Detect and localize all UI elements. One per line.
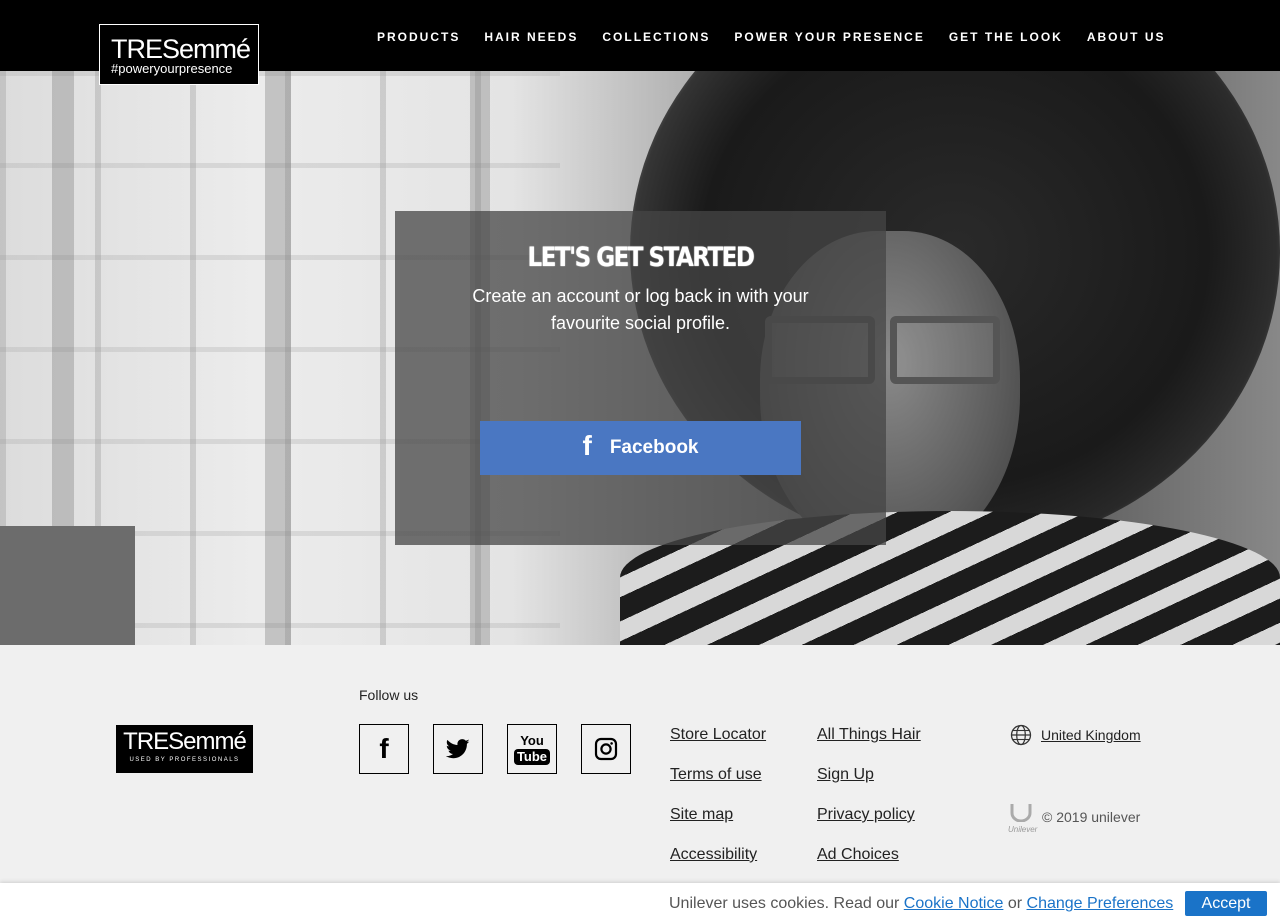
nav-products[interactable]: PRODUCTS xyxy=(377,30,460,44)
footer-link-ad-choices[interactable]: Ad Choices xyxy=(817,846,899,864)
facebook-social-button[interactable]: f xyxy=(359,724,409,774)
facebook-icon: f xyxy=(379,733,389,764)
footer-tresemme-logo[interactable]: TRESemmé USED BY PROFESSIONALS xyxy=(116,725,253,773)
twitter-social-button[interactable] xyxy=(433,724,483,774)
footer-link-store-locator[interactable]: Store Locator xyxy=(670,726,766,744)
footer-link-all-things-hair[interactable]: All Things Hair xyxy=(817,726,921,744)
copyright: Unilever © 2019 unilever xyxy=(1008,802,1141,834)
footer-link-sign-up[interactable]: Sign Up xyxy=(817,766,874,784)
nav-power-your-presence[interactable]: POWER YOUR PRESENCE xyxy=(734,30,924,44)
unilever-u-mark xyxy=(1010,804,1032,823)
footer-link-site-map[interactable]: Site map xyxy=(670,806,733,824)
login-card: LET'S GET STARTED Create an account or l… xyxy=(395,211,886,545)
hero-chair xyxy=(0,526,135,645)
country-label: United Kingdom xyxy=(1041,727,1141,743)
hero-window-post xyxy=(265,71,291,645)
nav-collections[interactable]: COLLECTIONS xyxy=(602,30,710,44)
follow-us-label: Follow us xyxy=(359,687,419,703)
globe-icon xyxy=(1010,724,1032,746)
youtube-icon: You Tube xyxy=(513,732,551,765)
facebook-login-button[interactable]: f Facebook xyxy=(480,421,801,475)
facebook-icon: f xyxy=(582,430,592,461)
nav-about-us[interactable]: ABOUT US xyxy=(1087,30,1166,44)
twitter-icon xyxy=(446,739,470,759)
tresemme-logo[interactable]: TRESemmé #poweryourpresence xyxy=(99,24,259,85)
logo-wordmark: TRESemmé xyxy=(111,34,251,64)
cookie-text-before: Unilever uses cookies. Read our xyxy=(669,895,904,912)
cookie-notice-link[interactable]: Cookie Notice xyxy=(904,895,1004,912)
nav-get-the-look[interactable]: GET THE LOOK xyxy=(949,30,1063,44)
cookie-message: Unilever uses cookies. Read our Cookie N… xyxy=(669,895,1173,913)
instagram-icon xyxy=(594,737,618,761)
login-title: LET'S GET STARTED xyxy=(527,243,755,273)
cookie-banner: Unilever uses cookies. Read our Cookie N… xyxy=(0,883,1280,924)
youtube-icon-bottom: Tube xyxy=(513,748,551,765)
change-preferences-link[interactable]: Change Preferences xyxy=(1027,895,1174,912)
unilever-logo-icon: Unilever xyxy=(1008,802,1038,834)
footer-link-terms-of-use[interactable]: Terms of use xyxy=(670,766,762,784)
footer-link-accessibility[interactable]: Accessibility xyxy=(670,846,757,864)
accept-cookies-button[interactable]: Accept xyxy=(1185,891,1267,916)
youtube-social-button[interactable]: You Tube xyxy=(507,724,557,774)
nav-hair-needs[interactable]: HAIR NEEDS xyxy=(484,30,578,44)
footer-logo-wordmark: TRESemmé xyxy=(123,728,247,755)
cookie-text-middle: or xyxy=(1003,895,1027,912)
copyright-text: © 2019 unilever xyxy=(1042,809,1141,825)
unilever-mark-text: Unilever xyxy=(1008,825,1038,834)
footer-link-privacy-policy[interactable]: Privacy policy xyxy=(817,806,915,824)
hero-glasses-lens xyxy=(890,316,1000,384)
site-header: TRESemmé #poweryourpresence PRODUCTS HAI… xyxy=(0,0,1280,85)
youtube-icon-top: You xyxy=(520,732,544,748)
login-description: Create an account or log back in with yo… xyxy=(472,286,809,333)
footer-logo-sub: USED BY PROFESSIONALS xyxy=(129,757,240,763)
main-nav: PRODUCTS HAIR NEEDS COLLECTIONS POWER YO… xyxy=(365,30,1178,44)
country-selector[interactable]: United Kingdom xyxy=(1010,724,1141,746)
instagram-social-button[interactable] xyxy=(581,724,631,774)
facebook-login-label: Facebook xyxy=(609,437,699,458)
